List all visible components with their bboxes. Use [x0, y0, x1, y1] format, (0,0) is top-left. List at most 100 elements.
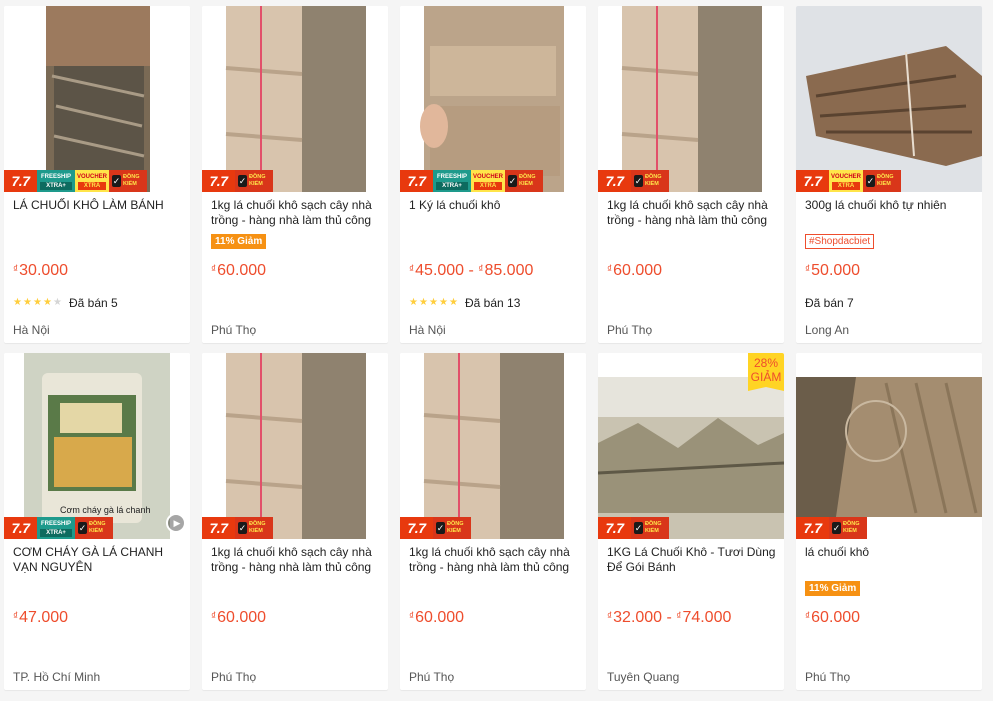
sale-77-badge: 7.7 [4, 517, 37, 539]
product-title[interactable]: LÁ CHUỐI KHÔ LÀM BÁNH [13, 198, 183, 228]
currency-symbol: ₫ [13, 611, 19, 622]
dong-kiem-label: ĐỒNG KIỂM [249, 521, 266, 534]
product-card[interactable]: 7.7 ✓ ĐỒNG KIỂM 1kg lá chuối khô sạch cây… [400, 353, 586, 690]
product-card[interactable]: 7.7 ✓ ĐỒNG KIỂM 1kg lá chuối khô sạch cây… [202, 353, 388, 690]
sale-77-badge: 7.7 [4, 170, 37, 192]
promo-badges: 7.7 FREESHIP XTRA+ ✓ ĐỒNG KIỂM [4, 517, 113, 539]
product-card[interactable]: 7.7 ✓ ĐỒNG KIỂM 1kg lá chuối khô sạch cây… [202, 6, 388, 343]
product-title[interactable]: 1kg lá chuối khô sạch cây nhà trồng - hà… [607, 198, 777, 228]
product-title[interactable]: lá chuối khô [805, 545, 975, 575]
price-value: 45.000 [415, 262, 465, 279]
check-icon: ✓ [238, 522, 248, 534]
product-rating: Đã bán 7 [805, 296, 854, 310]
sold-count: Đã bán 13 [465, 296, 521, 310]
dong-kiem-label: ĐỒNG KIỂM [843, 521, 860, 534]
currency-symbol: ₫ [805, 611, 811, 622]
star-empty-icon: ★ [53, 297, 62, 308]
product-image[interactable]: 7.7 ✓ ĐỒNG KIỂM [796, 353, 982, 539]
product-title[interactable]: 1KG Lá Chuối Khô - Tươi Dùng Để Gói Bánh [607, 545, 777, 575]
sale-77-badge: 7.7 [202, 517, 235, 539]
product-title[interactable]: 1kg lá chuối khô sạch cây nhà trồng - hà… [211, 545, 381, 575]
currency-symbol: ₫ [211, 264, 217, 275]
currency-symbol: ₫ [478, 264, 484, 275]
sale-77-badge: 7.7 [796, 517, 829, 539]
dong-kiem-label: ĐỒNG KIỂM [447, 521, 464, 534]
product-title[interactable]: CƠM CHÁY GÀ LÁ CHANH VẠN NGUYÊN [13, 545, 183, 575]
shop-location: Phú Thọ [607, 323, 653, 337]
product-card[interactable]: 7.7 ✓ ĐỒNG KIỂM 1kg lá chuối khô sạch cây… [598, 6, 784, 343]
product-image[interactable]: 7.7 ✓ ĐỒNG KIỂM [202, 353, 388, 539]
star-icon: ★ [419, 297, 428, 308]
shop-location: Long An [805, 323, 850, 337]
star-icon: ★ [449, 297, 458, 308]
price-value: 50.000 [811, 262, 861, 279]
dong-kiem-label: ĐỒNG KIỂM [123, 174, 140, 187]
product-card[interactable]: 7.7 FREESHIP XTRA+ VOUCHER XTRA ✓ ĐỒNG KIỂM… [400, 6, 586, 343]
dong-kiem-badge: ✓ ĐỒNG KIỂM [631, 517, 669, 539]
product-image[interactable]: 28% GIẢM 7.7 ✓ ĐỒNG KIỂM [598, 353, 784, 539]
product-price: ₫45.000 - ₫85.000 [409, 262, 534, 279]
product-photo [598, 6, 784, 192]
product-price: ₫60.000 [805, 609, 860, 627]
dong-kiem-badge: ✓ ĐỒNG KIỂM [829, 517, 867, 539]
product-price: ₫47.000 [13, 609, 68, 627]
check-icon: ✓ [238, 175, 248, 187]
product-rating: ★ ★ ★ ★ ★ Đã bán 5 [13, 296, 118, 310]
product-title[interactable]: 1 Ký lá chuối khô [409, 198, 579, 228]
product-price: ₫30.000 [13, 262, 68, 280]
product-image[interactable]: 7.7 ✓ ĐỒNG KIỂM [598, 6, 784, 192]
product-price: ₫50.000 [805, 262, 860, 280]
product-title[interactable]: 1kg lá chuối khô sạch cây nhà trồng - hà… [211, 198, 381, 228]
product-title[interactable]: 300g lá chuối khô tự nhiên [805, 198, 975, 228]
product-image[interactable]: 7.7 FREESHIP XTRA+ VOUCHER XTRA ✓ ĐỒNG KIỂM [4, 6, 190, 192]
dong-kiem-badge: ✓ ĐỒNG KIỂM [75, 517, 113, 539]
sale-77-badge: 7.7 [598, 170, 631, 192]
product-card[interactable]: 7.7 FREESHIP XTRA+ VOUCHER XTRA ✓ ĐỒNG KIỂM… [4, 6, 190, 343]
play-icon[interactable]: ▶ [166, 513, 186, 533]
product-image[interactable]: 7.7 VOUCHER XTRA ✓ ĐỒNG KIỂM [796, 6, 982, 192]
check-icon: ✓ [634, 175, 644, 187]
dong-kiem-badge: ✓ ĐỒNG KIỂM [235, 170, 273, 192]
dong-kiem-label: ĐỒNG KIỂM [89, 521, 106, 534]
voucher-label: VOUCHER [472, 174, 503, 180]
product-card[interactable]: 28% GIẢM 7.7 ✓ ĐỒNG KIỂM 1KG Lá Chuối Khô… [598, 353, 784, 690]
shop-tag[interactable]: #Shopdacbiet [805, 234, 875, 249]
shop-location: Hà Nội [13, 323, 50, 337]
price-value: 47.000 [19, 609, 69, 626]
product-card[interactable]: 7.7 VOUCHER XTRA ✓ ĐỒNG KIỂM 300g lá chuối… [796, 6, 982, 343]
product-price: ₫32.000 - ₫74.000 [607, 609, 732, 626]
sale-tag: 11% Giảm [805, 581, 861, 596]
shop-location: TP. Hồ Chí Minh [13, 670, 101, 684]
shop-location: Phú Thọ [211, 323, 257, 337]
product-photo [4, 6, 190, 192]
currency-symbol: ₫ [211, 611, 217, 622]
star-icon: ★ [409, 297, 418, 308]
star-icon: ★ [13, 297, 22, 308]
product-photo [796, 6, 982, 192]
check-icon: ✓ [436, 522, 446, 534]
currency-symbol: ₫ [805, 264, 811, 275]
product-image[interactable]: 7.7 ✓ ĐỒNG KIỂM [400, 353, 586, 539]
product-card[interactable]: 7.7 FREESHIP XTRA+ ✓ ĐỒNG KIỂM Cơm cháy gà… [4, 353, 190, 690]
star-rating: ★ ★ ★ ★ ★ [13, 298, 63, 308]
promo-badges: 7.7 ✓ ĐỒNG KIỂM [796, 517, 867, 539]
currency-symbol: ₫ [409, 611, 415, 622]
sold-count: Đã bán 7 [805, 296, 854, 310]
dong-kiem-badge: ✓ ĐỒNG KIỂM [433, 517, 471, 539]
product-photo [400, 6, 586, 192]
shop-location: Phú Thọ [409, 670, 455, 684]
product-photo [202, 353, 388, 539]
promo-badges: 7.7 ✓ ĐỒNG KIỂM [202, 517, 273, 539]
product-image[interactable]: 7.7 FREESHIP XTRA+ VOUCHER XTRA ✓ ĐỒNG KIỂM [400, 6, 586, 192]
promo-badges: 7.7 ✓ ĐỒNG KIỂM [598, 170, 669, 192]
dong-kiem-badge: ✓ ĐỒNG KIỂM [235, 517, 273, 539]
product-card[interactable]: 7.7 ✓ ĐỒNG KIỂM lá chuối khô 11% Giảm ₫60… [796, 353, 982, 690]
promo-badges: 7.7 FREESHIP XTRA+ VOUCHER XTRA ✓ ĐỒNG KIỂM [4, 170, 147, 192]
product-image[interactable]: 7.7 FREESHIP XTRA+ ✓ ĐỒNG KIỂM Cơm cháy gà… [4, 353, 190, 539]
price-value: 30.000 [19, 262, 69, 279]
product-image[interactable]: 7.7 ✓ ĐỒNG KIỂM [202, 6, 388, 192]
product-title[interactable]: 1kg lá chuối khô sạch cây nhà trồng - hà… [409, 545, 579, 575]
shop-location: Tuyên Quang [607, 670, 680, 684]
voucher-badge: VOUCHER XTRA [75, 170, 109, 192]
product-photo [796, 353, 982, 539]
